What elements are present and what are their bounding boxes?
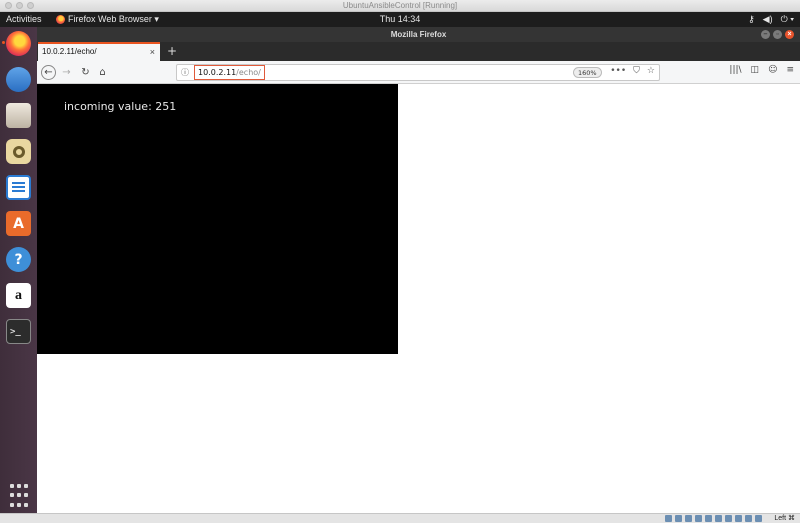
account-icon[interactable]: ☺ [768, 65, 777, 75]
pocket-icon[interactable]: ⛉ [633, 66, 640, 76]
recording-icon[interactable] [735, 515, 742, 522]
network-icon[interactable]: ⚷ [748, 12, 755, 27]
bookmark-star-icon[interactable]: ☆ [647, 66, 655, 76]
forward-button[interactable]: → [59, 65, 74, 80]
display-icon[interactable] [725, 515, 732, 522]
browser-titlebar: Mozilla Firefox – ▫ × [37, 27, 800, 42]
page-actions-menu-icon[interactable]: ••• [610, 66, 626, 76]
vbox-status-bar: Left ⌘ [0, 513, 800, 523]
incoming-value-text: incoming value: 251 [64, 100, 177, 113]
usb-icon[interactable] [705, 515, 712, 522]
navigation-toolbar: ← → ↻ ⌂ ⓘ 10.0.2.11/echo/ 160% ••• ⛉ ☆ |… [37, 61, 800, 84]
echo-canvas: incoming value: 251 [37, 84, 398, 354]
network-adapter-icon[interactable] [695, 515, 702, 522]
cpu-icon[interactable] [755, 515, 762, 522]
url-text[interactable]: 10.0.2.11/echo/ [194, 65, 265, 80]
system-tray[interactable]: ⚷ ◀) ⏻ ▾ [748, 12, 794, 27]
hamburger-menu-icon[interactable]: ≡ [786, 65, 794, 75]
tab-echo[interactable]: 10.0.2.11/echo/ × [38, 42, 160, 61]
zoom-indicator[interactable]: 160% [573, 67, 602, 78]
dock-amazon-icon[interactable]: a [6, 283, 31, 308]
host-titlebar: UbuntuAnsibleControl [Running] [0, 0, 800, 12]
power-icon[interactable]: ⏻ ▾ [781, 12, 794, 27]
dock-software-icon[interactable]: A [6, 211, 31, 236]
tab-title: 10.0.2.11/echo/ [42, 47, 97, 56]
dock-firefox-icon[interactable] [2, 31, 31, 56]
harddisk-icon[interactable] [665, 515, 672, 522]
show-apps-grid-icon[interactable] [6, 483, 31, 508]
reload-button[interactable]: ↻ [78, 65, 93, 80]
optical-drive-icon[interactable] [675, 515, 682, 522]
host-window-title: UbuntuAnsibleControl [Running] [342, 1, 458, 10]
audio-icon[interactable] [685, 515, 692, 522]
host-key-indicator: Left ⌘ [774, 515, 795, 522]
page-content: incoming value: 251 [37, 84, 800, 513]
browser-window-title: Mozilla Firefox [390, 30, 447, 39]
browser-window-controls: – ▫ × [761, 30, 794, 39]
info-icon[interactable]: ⓘ [181, 67, 189, 78]
tab-strip: 10.0.2.11/echo/ × + [37, 42, 800, 61]
dock-music-icon[interactable] [6, 139, 31, 164]
dock-document-icon[interactable] [6, 175, 31, 200]
shared-folder-icon[interactable] [715, 515, 722, 522]
back-button[interactable]: ← [41, 65, 56, 80]
url-bar[interactable]: ⓘ 10.0.2.11/echo/ 160% ••• ⛉ ☆ [176, 64, 660, 81]
new-tab-button[interactable]: + [165, 42, 179, 61]
dock-mail-icon[interactable] [6, 67, 31, 92]
mouse-integration-icon[interactable] [745, 515, 752, 522]
url-path: /echo/ [236, 68, 261, 77]
tab-close-icon[interactable]: × [150, 44, 155, 60]
ubuntu-top-bar: Activities Firefox Web Browser ▾ Thu 14:… [0, 12, 800, 27]
dock-terminal-icon[interactable]: >_ [6, 319, 31, 344]
library-icon[interactable]: |||\ [729, 65, 741, 75]
sidebar-icon[interactable]: ◫ [751, 65, 760, 75]
dock-help-icon[interactable]: ? [6, 247, 31, 272]
toolbar-right: |||\ ◫ ☺ ≡ [729, 65, 794, 75]
page-actions: ••• ⛉ ☆ [610, 66, 655, 76]
home-button[interactable]: ⌂ [95, 65, 110, 80]
volume-icon[interactable]: ◀) [763, 12, 773, 27]
close-icon[interactable]: × [785, 30, 794, 39]
launcher-dock: A ? a >_ [0, 27, 37, 513]
url-host: 10.0.2.11 [198, 68, 237, 77]
dock-files-icon[interactable] [6, 103, 31, 128]
clock[interactable]: Thu 14:34 [0, 12, 800, 27]
vbox-device-icons [665, 515, 762, 522]
minimize-icon[interactable]: – [761, 30, 770, 39]
maximize-icon[interactable]: ▫ [773, 30, 782, 39]
